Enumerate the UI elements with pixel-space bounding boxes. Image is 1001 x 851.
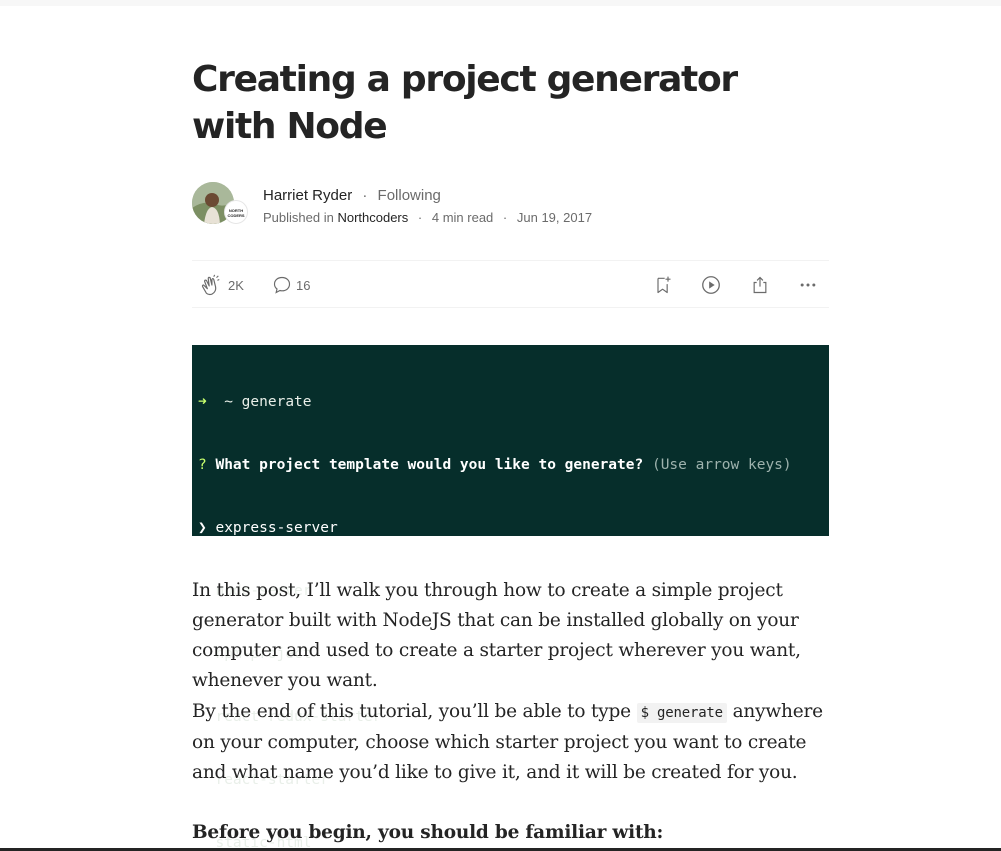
published-prefix: Published in [263, 210, 334, 225]
actions-bar: 2K 16 [192, 260, 829, 308]
body-paragraph-3: Before you begin, you should be familiar… [192, 822, 664, 843]
article-title: Creating a project generator with Node [192, 59, 738, 147]
terminal-question: What project template would you like to … [215, 457, 644, 473]
terminal-hint: (Use arrow keys) [651, 457, 792, 473]
publication-badge-text: NORTH CODERS [227, 208, 245, 218]
top-bar [0, 0, 1001, 6]
publish-date: Jun 19, 2017 [516, 210, 593, 225]
terminal-option: ❯ express-server [198, 518, 829, 539]
separator-dot: · [417, 210, 423, 225]
terminal-image: ➜ ~ generate ? What project template wou… [192, 345, 829, 851]
inline-code: $ generate [636, 703, 727, 723]
paragraph-text: By the end of this tutorial, you’ll be a… [192, 701, 637, 722]
byline: Harriet Ryder · Following [263, 186, 441, 206]
read-time: 4 min read [431, 210, 494, 225]
author-name[interactable]: Harriet Ryder [263, 187, 352, 204]
publication-link[interactable]: Northcoders [337, 210, 408, 225]
clap-button[interactable]: 2K [200, 274, 244, 296]
publication-badge[interactable]: NORTH CODERS [224, 200, 248, 224]
clap-icon [201, 274, 220, 296]
prompt-dir: ~ [224, 394, 233, 410]
publish-info: Published in Northcoders · 4 min read · … [263, 209, 592, 226]
responses-button[interactable]: 16 [272, 274, 310, 296]
bookmark-add-icon [657, 276, 671, 294]
comment-icon [273, 276, 291, 294]
listen-button[interactable] [700, 274, 722, 296]
terminal-prompt-line: ➜ ~ generate [198, 392, 829, 413]
body-paragraph-1: In this post, I’ll walk you through how … [192, 580, 801, 691]
option-label: express-server [215, 520, 338, 536]
separator-dot: · [502, 210, 508, 225]
selection-pointer: ❯ [198, 520, 207, 536]
more-icon [800, 283, 816, 287]
share-icon [753, 276, 767, 294]
terminal-question-line: ? What project template would you like t… [198, 455, 829, 476]
response-count: 16 [296, 277, 311, 293]
play-icon [702, 276, 720, 294]
prompt-arrow: ➜ [198, 394, 207, 410]
clap-count: 2K [228, 277, 244, 293]
share-button[interactable] [750, 274, 770, 296]
follow-button[interactable]: Following [378, 187, 441, 204]
question-mark: ? [198, 457, 207, 473]
body-paragraph-2: By the end of this tutorial, you’ll be a… [192, 697, 829, 788]
save-button[interactable] [653, 274, 673, 296]
separator-dot: · [362, 187, 368, 204]
prompt-command: generate [241, 394, 312, 410]
more-button[interactable] [798, 274, 818, 296]
